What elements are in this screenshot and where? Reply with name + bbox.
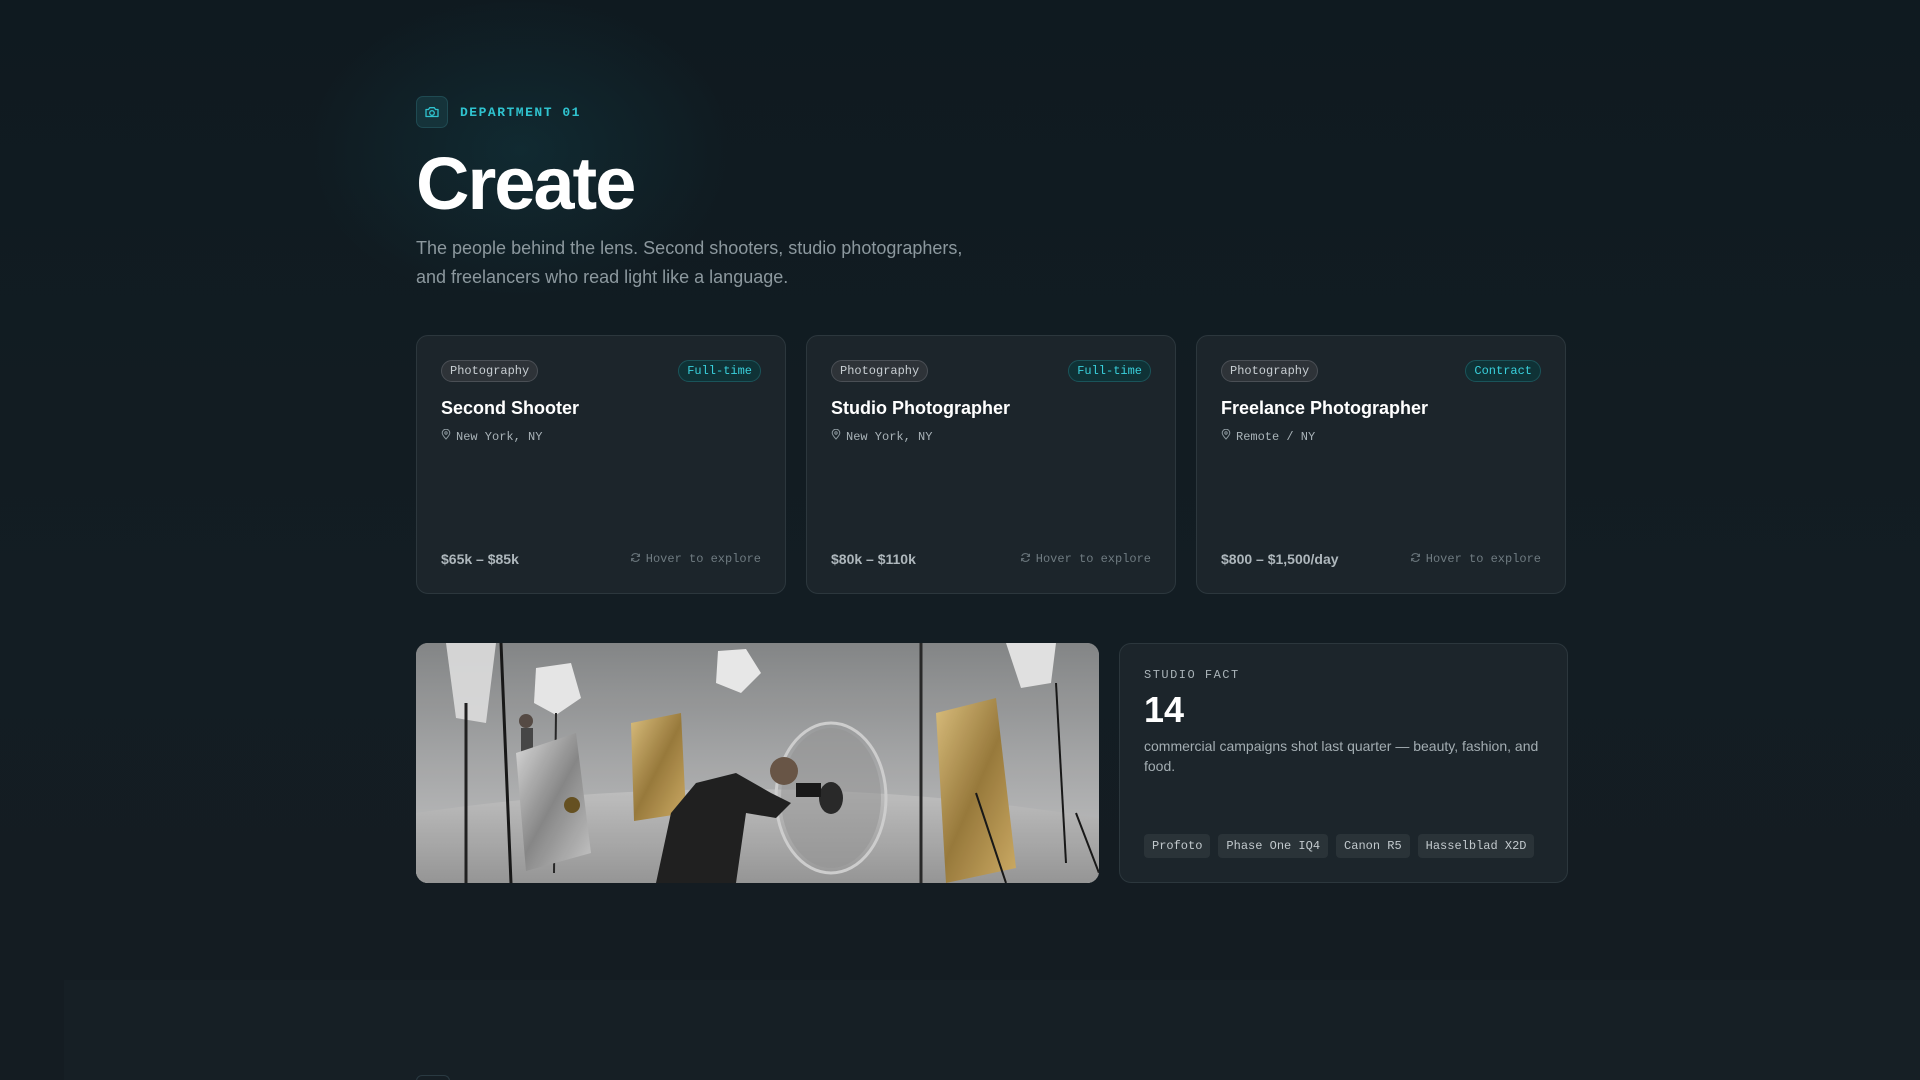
department-section: DEPARTMENT 01 Create The people behind t… <box>416 96 1568 883</box>
employment-type-badge: Full-time <box>678 360 761 382</box>
location-text: New York, NY <box>846 429 933 444</box>
camera-icon <box>416 96 448 128</box>
department-header: DEPARTMENT 01 <box>416 96 1568 128</box>
studio-fact-number: 14 <box>1144 689 1185 730</box>
salary-range: $800 – $1,500/day <box>1221 551 1339 567</box>
job-card-tags: Photography Contract <box>1221 360 1541 382</box>
category-tag: Photography <box>441 360 539 382</box>
refresh-icon <box>1020 552 1031 567</box>
studio-row: STUDIO FACT 14 commercial campaigns shot… <box>416 643 1568 883</box>
location-text: Remote / NY <box>1236 429 1316 444</box>
employment-type-badge: Full-time <box>1068 360 1151 382</box>
hover-hint-text: Hover to explore <box>645 552 761 566</box>
location-text: New York, NY <box>456 429 543 444</box>
job-title: Second Shooter <box>441 398 580 418</box>
page-subtitle: The people behind the lens. Second shoot… <box>416 238 963 287</box>
employment-type-badge: Contract <box>1465 360 1541 382</box>
salary-range: $80k – $110k <box>831 551 916 567</box>
hover-hint: Hover to explore <box>1410 552 1541 567</box>
job-location: New York, NY <box>441 428 761 444</box>
equipment-chips: Profoto Phase One IQ4 Canon R5 Hasselbla… <box>1144 834 1535 858</box>
job-location: New York, NY <box>831 428 1151 444</box>
job-card-footer: $800 – $1,500/day Hover to explore <box>1221 551 1541 567</box>
next-section-icon <box>416 1075 450 1080</box>
hover-hint-text: Hover to explore <box>1425 552 1541 566</box>
refresh-icon <box>630 552 641 567</box>
department-label: DEPARTMENT 01 <box>460 104 581 120</box>
category-tag: Photography <box>831 360 929 382</box>
location-pin-icon <box>1221 428 1231 444</box>
salary-range: $65k – $85k <box>441 551 519 567</box>
equipment-chip: Hasselblad X2D <box>1417 834 1535 858</box>
job-card-footer: $80k – $110k Hover to explore <box>831 551 1151 567</box>
job-card-freelance-photographer[interactable]: Photography Contract Freelance Photograp… <box>1196 335 1566 594</box>
job-title: Freelance Photographer <box>1221 398 1429 418</box>
hover-hint: Hover to explore <box>1020 552 1151 567</box>
job-card-studio-photographer[interactable]: Photography Full-time Studio Photographe… <box>806 335 1176 594</box>
refresh-icon <box>1410 552 1421 567</box>
page-title: Create <box>416 142 636 225</box>
equipment-chip: Phase One IQ4 <box>1218 834 1329 858</box>
job-card-second-shooter[interactable]: Photography Full-time Second Shooter New… <box>416 335 786 594</box>
studio-fact-card: STUDIO FACT 14 commercial campaigns shot… <box>1119 643 1568 883</box>
location-pin-icon <box>441 428 451 444</box>
hover-hint: Hover to explore <box>630 552 761 567</box>
equipment-chip: Canon R5 <box>1336 834 1410 858</box>
job-location: Remote / NY <box>1221 428 1541 444</box>
equipment-chip: Profoto <box>1144 834 1211 858</box>
category-tag: Photography <box>1221 360 1319 382</box>
job-title: Studio Photographer <box>831 398 1010 418</box>
job-card-tags: Photography Full-time <box>831 360 1151 382</box>
studio-fact-description: commercial campaigns shot last quarter —… <box>1144 738 1539 774</box>
studio-fact-label: STUDIO FACT <box>1144 668 1240 682</box>
job-card-tags: Photography Full-time <box>441 360 761 382</box>
page: DEPARTMENT 01 Create The people behind t… <box>0 0 1920 1080</box>
job-cards: Photography Full-time Second Shooter New… <box>416 335 1568 594</box>
studio-photo-illustration <box>416 643 1099 883</box>
studio-photo <box>416 643 1099 883</box>
next-section <box>64 980 1920 1080</box>
hover-hint-text: Hover to explore <box>1035 552 1151 566</box>
job-card-footer: $65k – $85k Hover to explore <box>441 551 761 567</box>
location-pin-icon <box>831 428 841 444</box>
